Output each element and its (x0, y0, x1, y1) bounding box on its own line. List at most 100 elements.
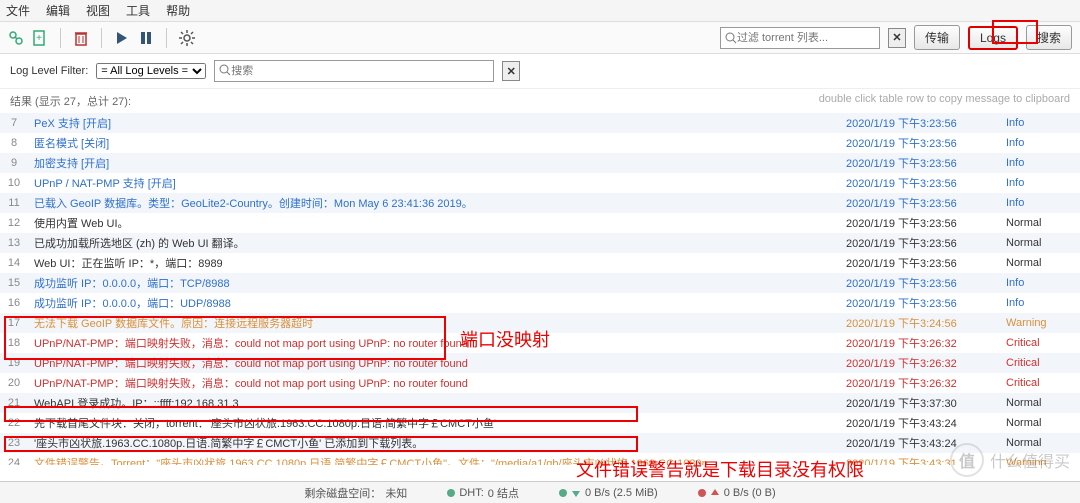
watermark-icon: 值 (950, 443, 984, 477)
add-file-icon[interactable]: + (32, 30, 48, 46)
row-time: 2020/1/19 下午3:26:32 (840, 373, 1000, 393)
torrent-filter-input[interactable] (737, 32, 879, 44)
table-row[interactable]: 15成功监听 IP：0.0.0.0，端口：TCP/89882020/1/19 下… (0, 273, 1080, 293)
log-scroll[interactable]: 7PeX 支持 [开启]2020/1/19 下午3:23:56Info8匿名模式… (0, 113, 1080, 465)
table-row[interactable]: 21WebAPI 登录成功。IP：::ffff:192.168.31.32020… (0, 393, 1080, 413)
row-time: 2020/1/19 下午3:43:24 (840, 413, 1000, 433)
row-time: 2020/1/19 下午3:26:32 (840, 333, 1000, 353)
row-msg: 文件错误警告。Torrent："座头市凶状旅.1963.CC.1080p.日语.… (28, 453, 840, 465)
row-time: 2020/1/19 下午3:23:56 (840, 193, 1000, 213)
row-time: 2020/1/19 下午3:37:30 (840, 393, 1000, 413)
row-num: 15 (0, 273, 28, 293)
row-time: 2020/1/19 下午3:23:56 (840, 113, 1000, 133)
row-msg: 使用内置 Web UI。 (28, 213, 840, 233)
search-icon (219, 64, 231, 79)
row-num: 20 (0, 373, 28, 393)
pause-icon[interactable] (138, 30, 154, 46)
row-level: Info (1000, 193, 1080, 213)
log-search-box[interactable] (214, 60, 494, 82)
row-msg: UPnP/NAT-PMP：端口映射失败，消息：could not map por… (28, 373, 840, 393)
tab-search[interactable]: 搜索 (1026, 25, 1072, 50)
torrent-filter-box[interactable] (720, 27, 880, 49)
results-hint: double click table row to copy message t… (819, 93, 1070, 109)
row-time: 2020/1/19 下午3:23:56 (840, 153, 1000, 173)
menu-help[interactable]: 帮助 (166, 2, 190, 19)
row-msg: 加密支持 [开启] (28, 153, 840, 173)
row-num: 17 (0, 313, 28, 333)
table-row[interactable]: 17无法下载 GeoIP 数据库文件。原因：连接远程服务器超时2020/1/19… (0, 313, 1080, 333)
row-msg: UPnP/NAT-PMP：端口映射失败，消息：could not map por… (28, 333, 840, 353)
table-row[interactable]: 24文件错误警告。Torrent："座头市凶状旅.1963.CC.1080p.日… (0, 453, 1080, 465)
row-time: 2020/1/19 下午3:23:56 (840, 253, 1000, 273)
tab-transfer[interactable]: 传输 (914, 25, 960, 50)
table-row[interactable]: 10UPnP / NAT-PMP 支持 [开启]2020/1/19 下午3:23… (0, 173, 1080, 193)
table-row[interactable]: 9加密支持 [开启]2020/1/19 下午3:23:56Info (0, 153, 1080, 173)
row-num: 14 (0, 253, 28, 273)
clear-filter-button[interactable]: ✕ (888, 28, 906, 48)
row-num: 24 (0, 453, 28, 465)
row-time: 2020/1/19 下午3:26:32 (840, 353, 1000, 373)
up-speed: 0 B/s (0 B) (698, 487, 776, 499)
row-msg: 先下载首尾文件块：关闭，torrent：'座头市凶状旅.1963.CC.1080… (28, 413, 840, 433)
row-num: 11 (0, 193, 28, 213)
row-level: Info (1000, 173, 1080, 193)
row-msg: 已成功加载所选地区 (zh) 的 Web UI 翻译。 (28, 233, 840, 253)
table-row[interactable]: 23'座头市凶状旅.1963.CC.1080p.日语.简繁中字￡CMCT小鱼' … (0, 433, 1080, 453)
log-search-input[interactable] (231, 65, 489, 77)
row-level: Info (1000, 153, 1080, 173)
row-level: Warning (1000, 313, 1080, 333)
row-time: 2020/1/19 下午3:24:56 (840, 313, 1000, 333)
menu-edit[interactable]: 编辑 (46, 2, 70, 19)
row-level: Info (1000, 293, 1080, 313)
play-icon[interactable] (114, 30, 130, 46)
menu-view[interactable]: 视图 (86, 2, 110, 19)
row-level: Normal (1000, 393, 1080, 413)
row-msg: '座头市凶状旅.1963.CC.1080p.日语.简繁中字￡CMCT小鱼' 已添… (28, 433, 840, 453)
row-num: 16 (0, 293, 28, 313)
row-msg: 匿名模式 [关闭] (28, 133, 840, 153)
table-row[interactable]: 16成功监听 IP：0.0.0.0，端口：UDP/89882020/1/19 下… (0, 293, 1080, 313)
row-level: Normal (1000, 233, 1080, 253)
table-row[interactable]: 22先下载首尾文件块：关闭，torrent：'座头市凶状旅.1963.CC.10… (0, 413, 1080, 433)
menu-file[interactable]: 文件 (6, 2, 30, 19)
row-num: 8 (0, 133, 28, 153)
row-num: 19 (0, 353, 28, 373)
table-row[interactable]: 19UPnP/NAT-PMP：端口映射失败，消息：could not map p… (0, 353, 1080, 373)
delete-icon[interactable] (73, 30, 89, 46)
add-link-icon[interactable] (8, 30, 24, 46)
row-msg: PeX 支持 [开启] (28, 113, 840, 133)
row-num: 13 (0, 233, 28, 253)
table-row[interactable]: 11已载入 GeoIP 数据库。类型：GeoLite2-Country。创建时间… (0, 193, 1080, 213)
gear-icon[interactable] (179, 30, 195, 46)
table-row[interactable]: 12使用内置 Web UI。2020/1/19 下午3:23:56Normal (0, 213, 1080, 233)
row-msg: UPnP/NAT-PMP：端口映射失败，消息：could not map por… (28, 353, 840, 373)
row-level: Info (1000, 133, 1080, 153)
disk-space: 剩余磁盘空间：未知 (304, 485, 407, 501)
statusbar: 剩余磁盘空间：未知 DHT:0 结点 0 B/s (2.5 MiB) 0 B/s… (0, 481, 1080, 503)
row-level: Critical (1000, 353, 1080, 373)
table-row[interactable]: 14Web UI：正在监听 IP：*，端口：89892020/1/19 下午3:… (0, 253, 1080, 273)
table-row[interactable]: 13已成功加载所选地区 (zh) 的 Web UI 翻译。2020/1/19 下… (0, 233, 1080, 253)
log-level-select[interactable]: = All Log Levels = (96, 63, 206, 79)
results-header: 结果 (显示 27，总计 27): double click table row… (0, 89, 1080, 113)
table-row[interactable]: 8匿名模式 [关闭]2020/1/19 下午3:23:56Info (0, 133, 1080, 153)
row-level: Normal (1000, 253, 1080, 273)
table-row[interactable]: 18UPnP/NAT-PMP：端口映射失败，消息：could not map p… (0, 333, 1080, 353)
table-row[interactable]: 20UPnP/NAT-PMP：端口映射失败，消息：could not map p… (0, 373, 1080, 393)
table-row[interactable]: 7PeX 支持 [开启]2020/1/19 下午3:23:56Info (0, 113, 1080, 133)
dl-speed: 0 B/s (2.5 MiB) (559, 487, 658, 499)
tab-logs[interactable]: Logs (968, 26, 1018, 50)
row-num: 21 (0, 393, 28, 413)
clear-search-button[interactable]: ✕ (502, 61, 520, 81)
row-level: Info (1000, 113, 1080, 133)
watermark-text: 什么值得买 (990, 448, 1070, 472)
row-msg: Web UI：正在监听 IP：*，端口：8989 (28, 253, 840, 273)
row-time: 2020/1/19 下午3:23:56 (840, 273, 1000, 293)
row-level: Normal (1000, 413, 1080, 433)
menu-tools[interactable]: 工具 (126, 2, 150, 19)
row-num: 18 (0, 333, 28, 353)
svg-text:+: + (36, 33, 42, 44)
dht-status: DHT:0 结点 (447, 485, 519, 501)
row-time: 2020/1/19 下午3:23:56 (840, 233, 1000, 253)
toolbar: + ✕ 传输 Logs 搜索 (0, 22, 1080, 54)
